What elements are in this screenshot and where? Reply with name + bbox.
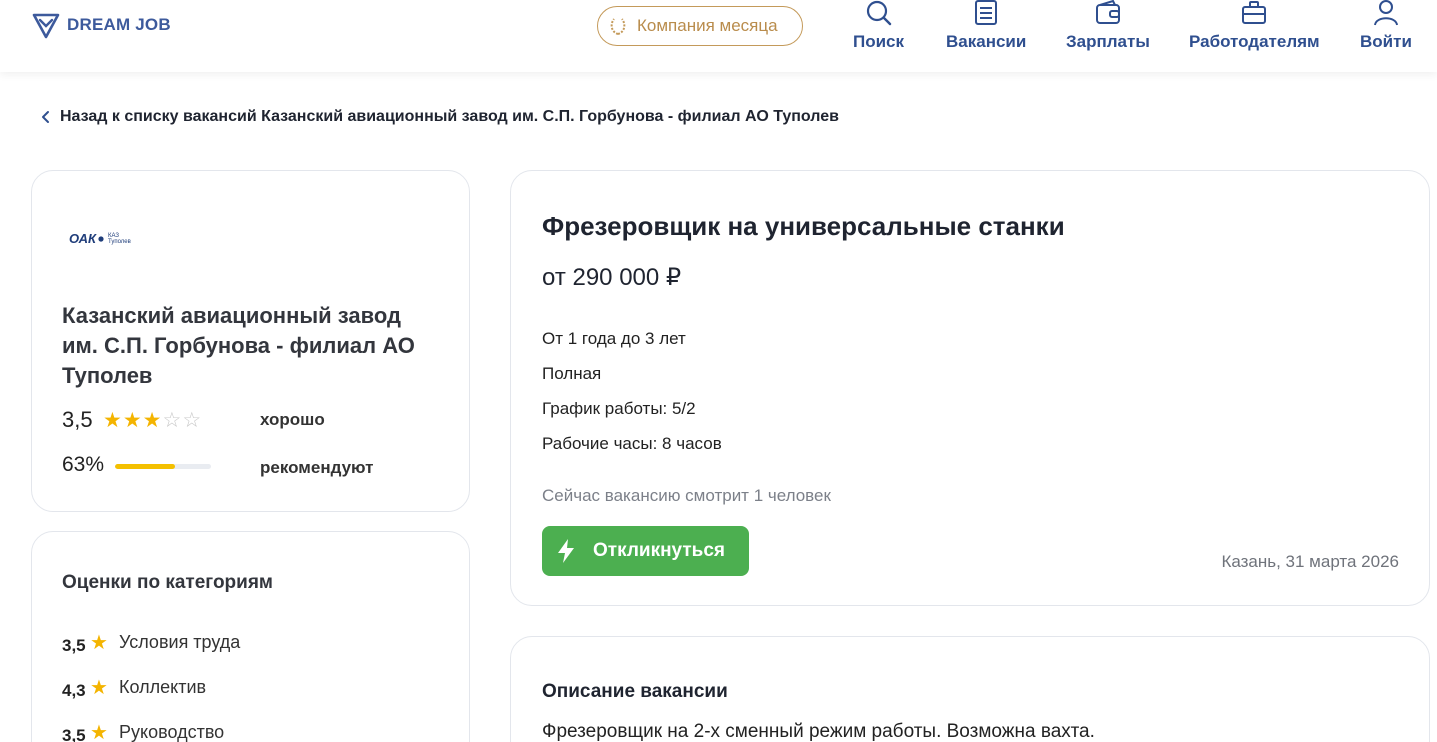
company-of-month-label: Компания месяца	[637, 16, 778, 35]
nav-salaries-label: Зарплаты	[1066, 32, 1150, 51]
lightning-icon	[558, 539, 574, 563]
category-name: Руководство	[119, 722, 225, 742]
nav-employers-label: Работодателям	[1189, 32, 1320, 51]
category-score: 3,5	[62, 635, 86, 655]
vacancy-details: От 1 года до 3 лет Полная График работы:…	[542, 327, 722, 467]
document-icon	[975, 0, 998, 25]
laurel-icon	[610, 18, 626, 35]
category-score: 3,5	[62, 725, 86, 742]
company-logo[interactable]: ОАК КАЗ Туполев	[69, 231, 131, 246]
company-logo-main: ОАК	[69, 231, 96, 246]
star-empty-icon: ☆	[182, 408, 202, 432]
recommend-bar-fill	[115, 464, 176, 469]
star-icon: ★	[90, 722, 108, 742]
company-of-month-button[interactable]: Компания месяца	[597, 6, 803, 46]
site-logo[interactable]: DREAM JOB	[31, 11, 171, 39]
nav-vacancies[interactable]: Вакансии	[946, 0, 1026, 52]
vacancy-hours: Рабочие часы: 8 часов	[542, 434, 722, 453]
company-rating: 3,5 ★ ★ ★ ☆ ☆ хорошо	[62, 407, 325, 433]
recommend-label: рекомендуют	[260, 458, 374, 477]
categories-list: 3,5 ★ Условия труда 4,3 ★ Коллектив 3,5 …	[62, 620, 240, 742]
company-logo-mark-icon	[98, 235, 104, 242]
vacancy-viewers: Сейчас вакансию смотрит 1 человек	[542, 486, 831, 505]
description-title: Описание вакансии	[542, 681, 728, 702]
star-icon: ★	[90, 632, 108, 654]
briefcase-icon	[1242, 1, 1267, 24]
user-icon	[1373, 0, 1398, 26]
category-score: 4,3	[62, 680, 86, 700]
star-filled-icon: ★	[122, 408, 142, 432]
category-item: 4,3 ★ Коллектив	[62, 665, 240, 710]
vacancy-card: Фрезеровщик на универсальные станки от 2…	[510, 170, 1430, 606]
categories-title: Оценки по категориям	[62, 572, 273, 593]
category-name: Условия труда	[119, 632, 241, 652]
rating-word: хорошо	[260, 410, 325, 429]
nav-search[interactable]: Поиск	[853, 0, 904, 52]
recommend-percent: 63%	[62, 453, 105, 476]
recommend-row: 63% рекомендуют	[62, 453, 442, 483]
category-item: 3,5 ★ Руководство	[62, 710, 240, 742]
category-item: 3,5 ★ Условия труда	[62, 620, 240, 665]
logo-text: DREAM JOB	[67, 15, 171, 34]
company-card: ОАК КАЗ Туполев Казанский авиационный за…	[31, 170, 470, 512]
company-name[interactable]: Казанский авиационный завод им. С.П. Гор…	[62, 301, 432, 391]
star-icon: ★	[90, 677, 108, 699]
rating-value: 3,5	[62, 407, 93, 432]
wallet-icon	[1095, 0, 1120, 24]
nav-search-label: Поиск	[853, 32, 905, 51]
categories-card: Оценки по категориям 3,5 ★ Условия труда…	[31, 531, 470, 742]
vacancy-experience: От 1 года до 3 лет	[542, 329, 686, 348]
vacancy-employment: Полная	[542, 364, 602, 383]
star-filled-icon: ★	[142, 408, 162, 432]
company-logo-sub2: Туполев	[108, 238, 131, 245]
nav-login[interactable]: Войти	[1360, 0, 1412, 52]
nav-login-label: Войти	[1360, 32, 1412, 51]
vacancy-salary: от 290 000 ₽	[542, 264, 682, 291]
company-logo-sub: КАЗ Туполев	[108, 233, 131, 245]
nav-employers[interactable]: Работодателям	[1189, 0, 1320, 52]
nav-salaries[interactable]: Зарплаты	[1066, 0, 1150, 52]
star-filled-icon: ★	[103, 408, 122, 432]
star-empty-icon: ☆	[162, 408, 182, 432]
description-text: Фрезеровщик на 2-х сменный режим работы.…	[542, 721, 1095, 742]
back-link-label: Назад к списку вакансий Казанский авиаци…	[60, 108, 839, 125]
vacancy-title: Фрезеровщик на универсальные станки	[542, 211, 1065, 241]
nav-vacancies-label: Вакансии	[946, 32, 1027, 51]
back-to-vacancies-link[interactable]: Назад к списку вакансий Казанский авиаци…	[40, 108, 839, 126]
search-icon	[866, 0, 891, 26]
apply-button-label: Откликнуться	[593, 540, 725, 561]
category-name: Коллектив	[119, 677, 207, 697]
vacancy-location-date: Казань, 31 марта 2026	[1221, 552, 1399, 571]
site-header: DREAM JOB Компания месяца Поиск Вакансии	[0, 0, 1437, 72]
rating-stars: ★ ★ ★ ☆ ☆	[103, 410, 201, 431]
dream-job-logo-icon	[32, 13, 60, 39]
recommend-bar	[115, 464, 211, 469]
description-card: Описание вакансии Фрезеровщик на 2-х сме…	[510, 636, 1430, 742]
chevron-left-icon	[42, 111, 49, 123]
apply-button[interactable]: Откликнуться	[542, 526, 749, 576]
vacancy-schedule: График работы: 5/2	[542, 399, 696, 418]
